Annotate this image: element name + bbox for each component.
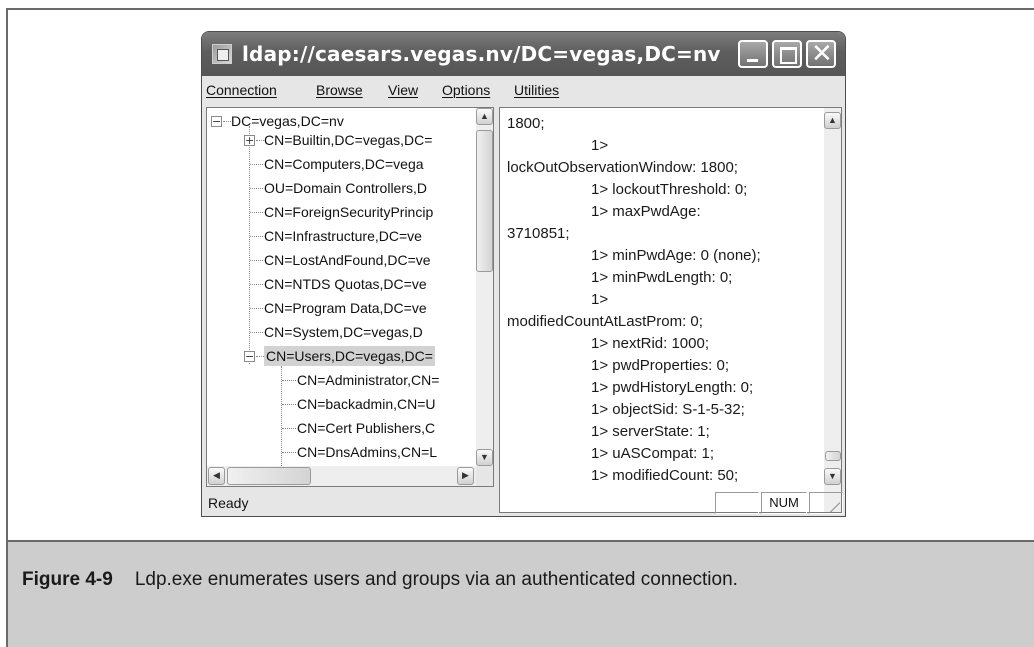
output-line: lockOutObservationWindow: 1800; — [507, 159, 738, 176]
output-vertical-scrollbar[interactable]: ▲ ▼ — [824, 108, 841, 512]
output-line: 1> minPwdAge: 0 (none); — [591, 247, 761, 264]
close-icon: ✕ — [811, 39, 833, 69]
scroll-up-icon[interactable]: ▲ — [476, 108, 493, 125]
horizontal-scroll-thumb[interactable] — [227, 467, 311, 485]
resize-grip-icon[interactable] — [826, 498, 842, 514]
tree-item-system[interactable]: CN=System,DC=vegas,D — [264, 322, 423, 342]
output-line: 1> serverState: 1; — [591, 423, 710, 440]
tree-vertical-scrollbar[interactable]: ▲ ▼ — [476, 108, 493, 466]
tree-item-cert-publishers[interactable]: CN=Cert Publishers,C — [297, 418, 435, 438]
window-title: ldap://caesars.vegas.nv/DC=vegas,DC=nv — [242, 42, 721, 66]
menu-bar: Connection Browse View Options Utilities — [202, 76, 845, 103]
output-pane[interactable]: 1800; 1> lockOutObservationWindow: 1800;… — [499, 107, 842, 513]
status-text: Ready — [208, 495, 249, 511]
expand-icon[interactable]: + — [244, 135, 255, 146]
collapse-icon[interactable]: − — [244, 351, 255, 362]
scroll-down-icon[interactable]: ▼ — [476, 449, 493, 466]
scroll-right-icon[interactable]: ▶ — [457, 467, 474, 485]
scroll-down-icon[interactable]: ▼ — [824, 468, 841, 485]
tree-item-ntds-quotas[interactable]: CN=NTDS Quotas,DC=ve — [264, 274, 427, 294]
menu-view[interactable]: View — [388, 82, 418, 98]
tree-item-foreign-security-principals[interactable]: CN=ForeignSecurityPrincip — [264, 202, 433, 222]
output-line: 1> minPwdLength: 0; — [591, 269, 733, 286]
num-lock-indicator: NUM — [761, 492, 807, 514]
output-line: 1> objectSid: S-1-5-32; — [591, 401, 745, 418]
title-bar[interactable]: ldap://caesars.vegas.nv/DC=vegas,DC=nv ✕ — [202, 32, 845, 76]
app-icon[interactable] — [212, 44, 232, 64]
scroll-up-icon[interactable]: ▲ — [824, 112, 841, 129]
output-line: 1> modifiedCount: 50; — [591, 467, 739, 484]
output-line: 1> — [591, 291, 609, 308]
scroll-thumb[interactable] — [825, 451, 841, 461]
tree-item-lost-and-found[interactable]: CN=LostAndFound,DC=ve — [264, 250, 431, 270]
output-line: 3710851; — [507, 225, 570, 242]
output-line: 1> maxPwdAge: — [591, 203, 701, 220]
scroll-thumb[interactable] — [476, 130, 493, 272]
menu-utilities[interactable]: Utilities — [514, 82, 559, 98]
tree-item-backadmin[interactable]: CN=backadmin,CN=U — [297, 394, 436, 414]
tree-horizontal-scrollbar[interactable]: ◀ ▶ — [207, 466, 476, 486]
tree-item-dnsadmins[interactable]: CN=DnsAdmins,CN=L — [297, 442, 437, 462]
tree-item-builtin[interactable]: CN=Builtin,DC=vegas,DC= — [264, 130, 432, 150]
tree-item-program-data[interactable]: CN=Program Data,DC=ve — [264, 298, 427, 318]
tree-item-infrastructure[interactable]: CN=Infrastructure,DC=ve — [264, 226, 422, 246]
maximize-button[interactable] — [772, 40, 802, 68]
menu-browse[interactable]: Browse — [316, 82, 363, 98]
figure-number: Figure 4-9 — [22, 569, 113, 590]
tree-item-computers[interactable]: CN=Computers,DC=vega — [264, 154, 424, 174]
caption-band: Figure 4-9 Ldp.exe enumerates users and g… — [8, 540, 1034, 647]
output-line: 1> — [591, 137, 609, 154]
output-line: modifiedCountAtLastProm: 0; — [507, 313, 703, 330]
tree-root[interactable]: DC=vegas,DC=nv — [231, 111, 344, 131]
figure-caption: Figure 4-9 Ldp.exe enumerates users and g… — [22, 569, 738, 591]
tree-item-users[interactable]: CN=Users,DC=vegas,DC= — [264, 346, 435, 366]
output-line: 1> uASCompat: 1; — [591, 445, 714, 462]
output-line: 1> pwdProperties: 0; — [591, 357, 729, 374]
scroll-left-icon[interactable]: ◀ — [208, 467, 225, 485]
caption-text: Ldp.exe enumerates users and groups via … — [134, 569, 738, 590]
ldp-window: ldap://caesars.vegas.nv/DC=vegas,DC=nv ✕… — [201, 31, 846, 517]
output-line: 1> pwdHistoryLength: 0; — [591, 379, 754, 396]
minimize-button[interactable] — [738, 40, 768, 68]
status-panel — [715, 492, 759, 514]
menu-options[interactable]: Options — [442, 82, 490, 98]
output-line: 1800; — [507, 115, 545, 132]
close-button[interactable]: ✕ — [806, 39, 836, 69]
menu-connection[interactable]: Connection — [206, 82, 277, 98]
output-line: 1> nextRid: 1000; — [591, 335, 710, 352]
output-line: 1> lockoutThreshold: 0; — [591, 181, 748, 198]
tree-item-domain-controllers[interactable]: OU=Domain Controllers,D — [264, 178, 427, 198]
tree-item-administrator[interactable]: CN=Administrator,CN= — [297, 370, 439, 390]
collapse-icon[interactable]: − — [211, 116, 222, 127]
tree-pane[interactable]: − DC=vegas,DC=nv + CN=Builtin,DC=vegas,D… — [206, 107, 494, 487]
